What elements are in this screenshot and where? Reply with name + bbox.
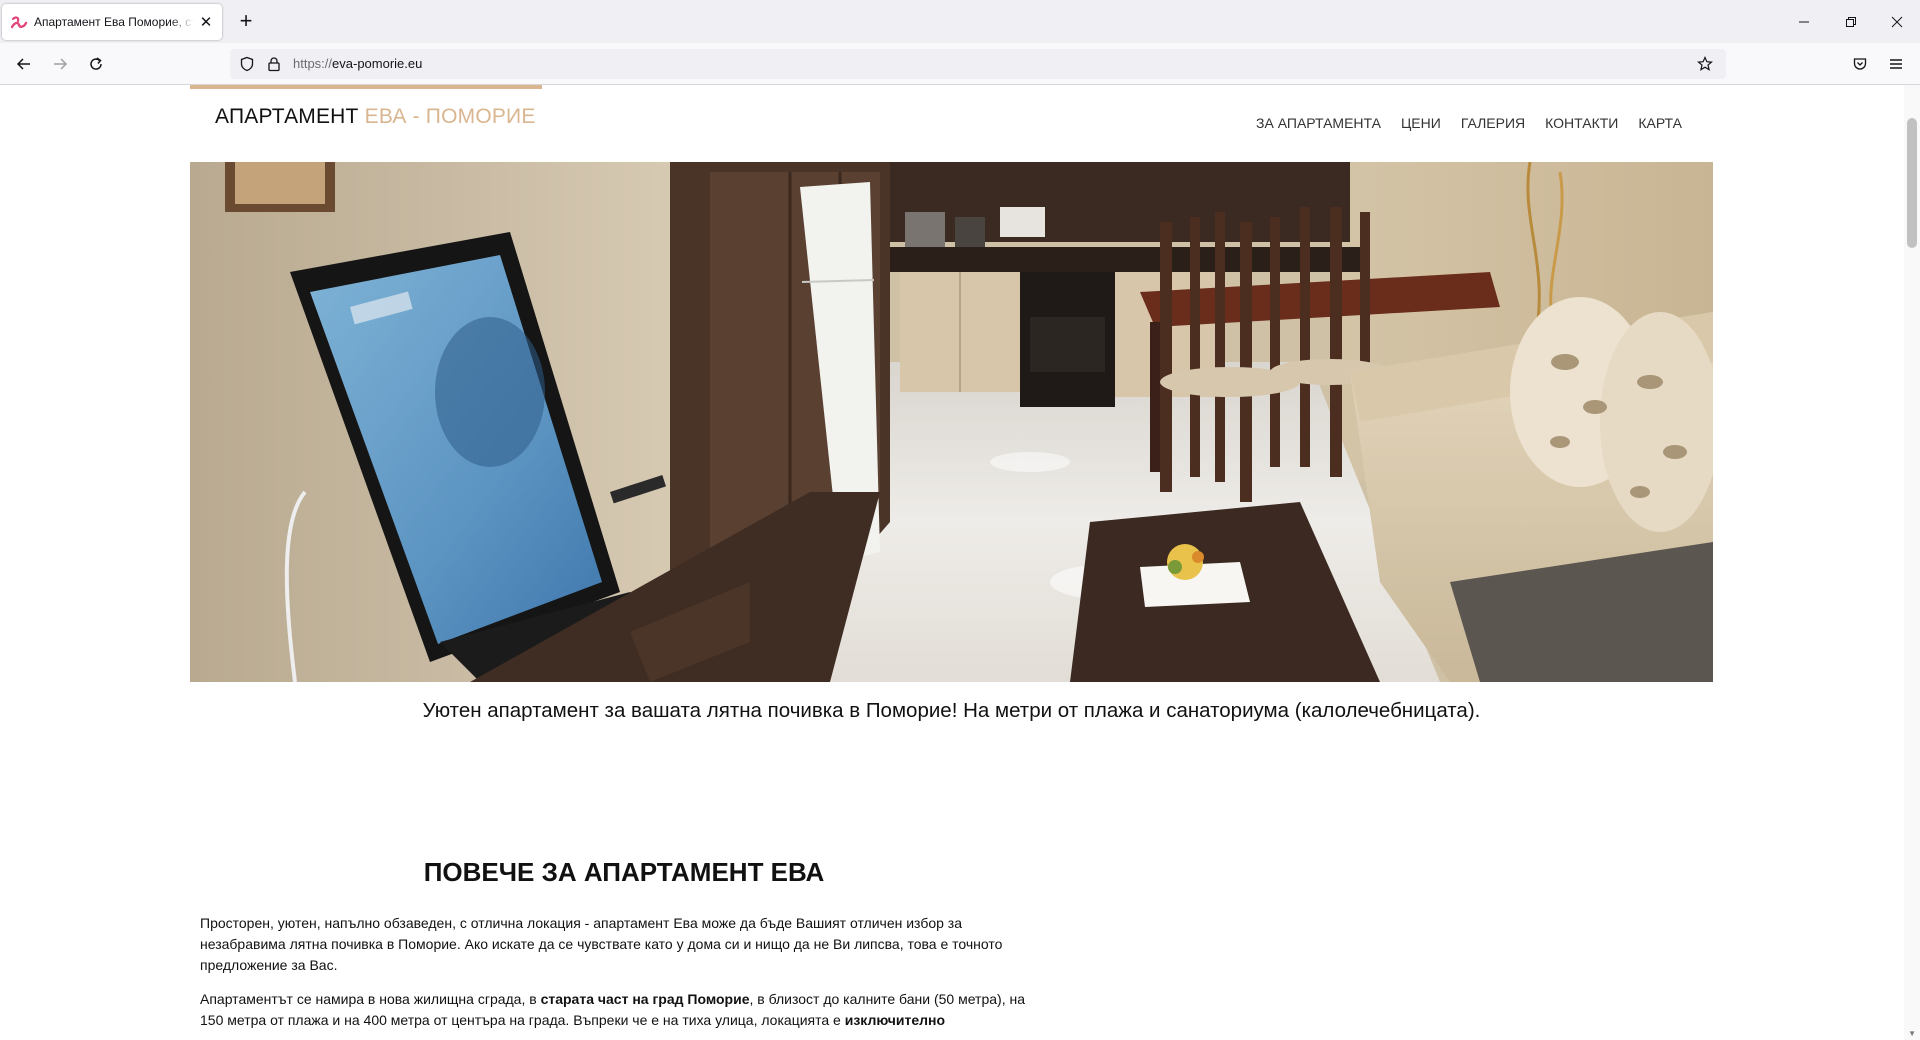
menu-item-prices[interactable]: ЦЕНИ [1401, 115, 1441, 131]
tagline: Уютен апартамент за вашата лятна почивка… [422, 699, 1481, 722]
page-scrollbar[interactable]: ▼ [1904, 85, 1920, 1040]
browser-tab-active[interactable]: Апартамент Ева Поморие, стар ✕ [2, 4, 222, 40]
about-paragraph-2: Апартаментът се намира в нова жилищна сг… [200, 989, 1040, 1031]
url-protocol: https:// [293, 56, 333, 71]
address-bar[interactable]: https://eva-pomorie.eu [230, 49, 1726, 79]
hero-apartment-photo [190, 162, 1713, 682]
restore-window-icon[interactable] [1839, 10, 1863, 34]
new-tab-plus-icon[interactable]: + [236, 8, 256, 33]
close-tab-icon[interactable]: ✕ [198, 14, 214, 31]
page-viewport: АПАРТАМЕНТ ЕВА - ПОМОРИЕ ЗА АПАРТАМЕНТА … [0, 85, 1920, 1040]
shield-icon[interactable] [239, 56, 255, 72]
url-host: eva-pomorie.eu [332, 56, 423, 71]
hamburger-menu-icon[interactable] [1884, 52, 1908, 76]
menu-item-contacts[interactable]: КОНТАКТИ [1545, 115, 1618, 131]
browser-nav-toolbar: https://eva-pomorie.eu [0, 43, 1920, 85]
menu-item-about[interactable]: ЗА АПАРТАМЕНТА [1256, 115, 1381, 131]
logo-text-part2: ЕВА - ПОМОРИЕ [364, 105, 536, 128]
bookmark-star-icon[interactable] [1697, 56, 1713, 72]
paragraph-2-bold-exceptional: изключително [844, 1012, 946, 1028]
lock-icon[interactable] [266, 56, 282, 72]
paragraph-2-bold-old-town: старата част на град Поморие [540, 991, 750, 1007]
reload-icon[interactable] [84, 52, 108, 76]
logo-text-part1: АПАРТАМЕНТ [215, 105, 365, 128]
tab-title: Апартамент Ева Поморие, стар [34, 15, 194, 29]
site-logo[interactable]: АПАРТАМЕНТ ЕВА - ПОМОРИЕ [190, 85, 542, 147]
scrollbar-thumb[interactable] [1907, 118, 1917, 248]
close-window-icon[interactable] [1885, 10, 1909, 34]
minimize-window-icon[interactable] [1792, 10, 1816, 34]
forward-arrow-icon[interactable] [48, 52, 72, 76]
browser-tab-strip: Апартамент Ева Поморие, стар ✕ + [0, 0, 1920, 43]
main-menu: ЗА АПАРТАМЕНТА ЦЕНИ ГАЛЕРИЯ КОНТАКТИ КАР… [1256, 115, 1682, 131]
scroll-down-arrow-icon[interactable]: ▼ [1908, 1029, 1916, 1038]
paragraph-2-text-a: Апартаментът се намира в нова жилищна сг… [200, 991, 541, 1007]
logo-text[interactable]: АПАРТАМЕНТ ЕВА - ПОМОРИЕ [215, 105, 536, 129]
pocket-icon[interactable] [1848, 52, 1872, 76]
site-favicon-icon [10, 16, 28, 29]
back-arrow-icon[interactable] [12, 52, 36, 76]
section-title: ПОВЕЧЕ ЗА АПАРТАМЕНТ ЕВА [423, 857, 825, 887]
menu-item-gallery[interactable]: ГАЛЕРИЯ [1461, 115, 1525, 131]
about-paragraph-1: Просторен, уютен, напълно обзаведен, с о… [200, 915, 1003, 973]
about-text: Просторен, уютен, напълно обзаведен, с о… [200, 913, 1040, 1040]
menu-item-map[interactable]: КАРТА [1638, 115, 1682, 131]
url-text[interactable]: https://eva-pomorie.eu [293, 56, 422, 71]
